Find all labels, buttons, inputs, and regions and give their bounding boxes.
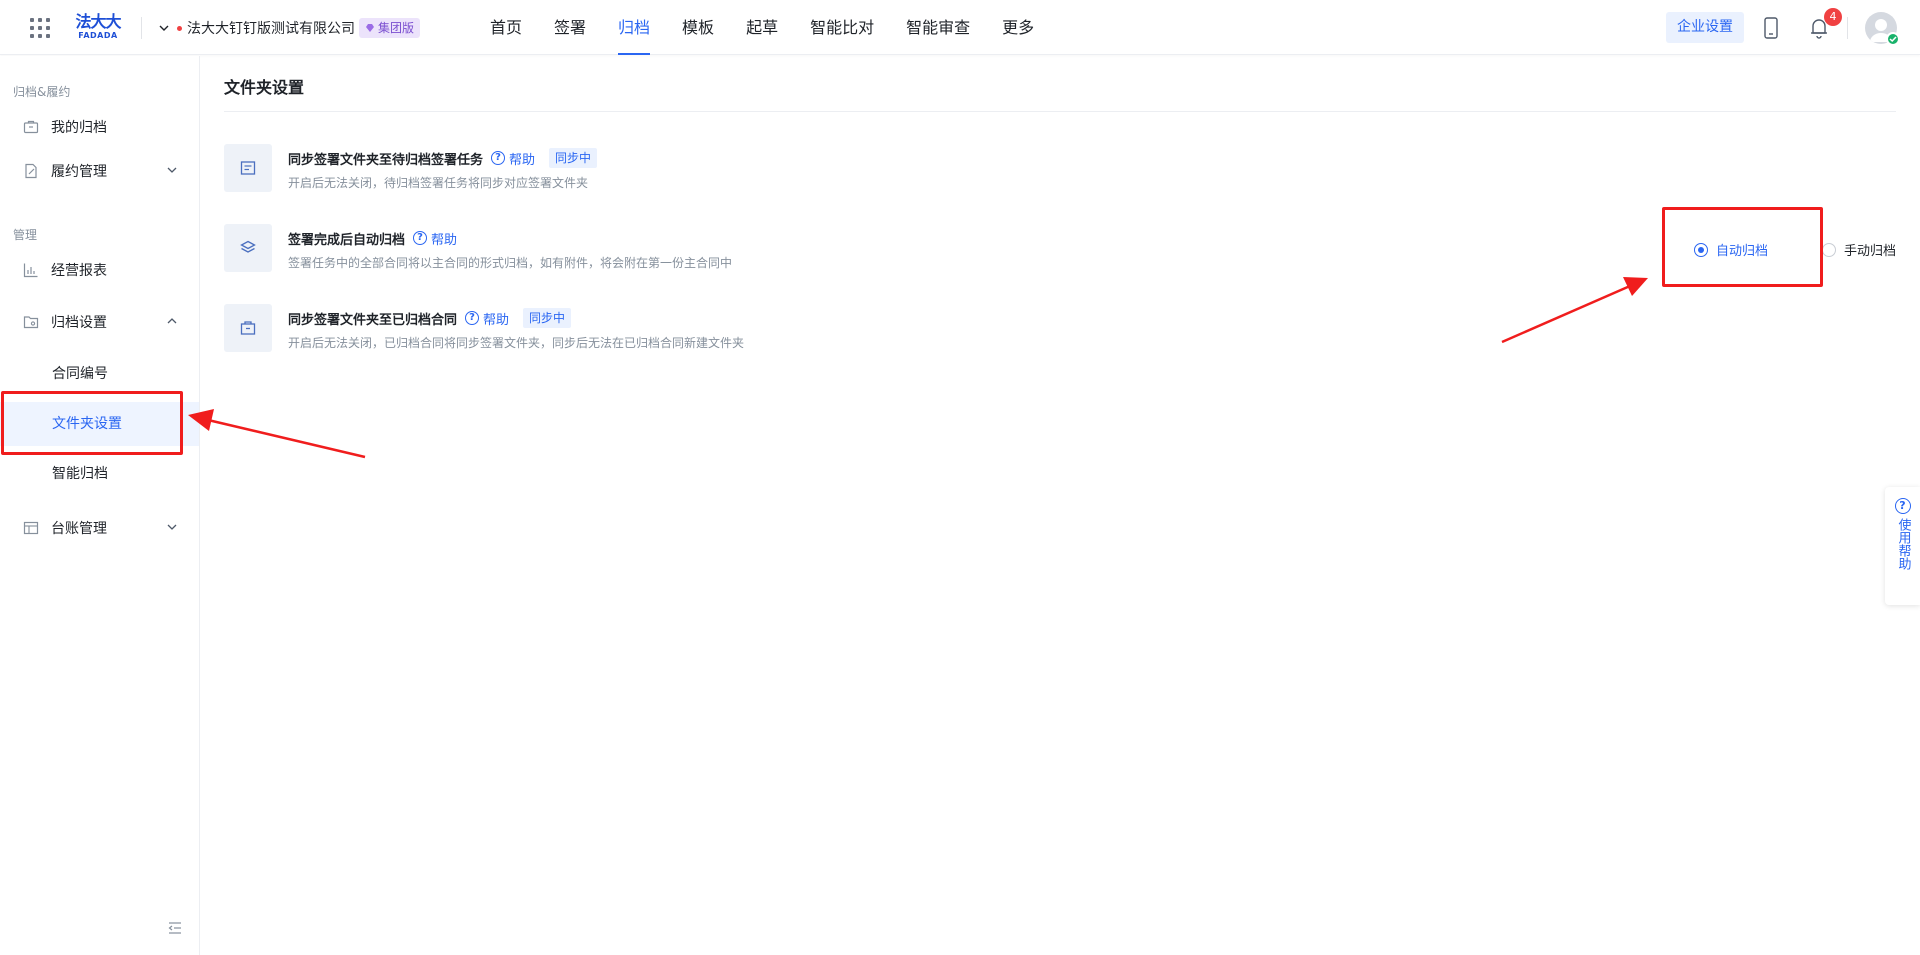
question-icon: ? xyxy=(1894,498,1911,514)
status-badge: 同步中 xyxy=(549,148,598,168)
nav-more[interactable]: 更多 xyxy=(1002,0,1034,55)
sidebar-item-label: 履约管理 xyxy=(51,164,107,180)
question-icon: ? xyxy=(465,311,480,325)
header-divider xyxy=(141,17,142,39)
sidebar-item-label: 经营报表 xyxy=(51,263,107,279)
left-sidebar: 归档&履约 我的归档 履约管理 管理 经营报表 归档设置 合同编号 文件夹设置 … xyxy=(0,56,200,955)
verified-check-icon xyxy=(1886,32,1900,46)
setting-description: 开启后无法关闭，已归档合同将同步签署文件夹，同步后无法在已归档合同新建文件夹 xyxy=(288,336,745,350)
setting-description: 签署任务中的全部合同将以主合同的形式归档，如有附件，将会附在第一份主合同中 xyxy=(288,256,733,270)
notification-count-badge: 4 xyxy=(1824,8,1842,26)
nav-review[interactable]: 智能审查 xyxy=(906,0,970,55)
bar-chart-icon xyxy=(23,263,38,278)
radio-manual-archive[interactable]: 手动归档 xyxy=(1821,240,1896,259)
help-link[interactable]: ? 帮助 xyxy=(465,309,509,328)
top-header: 法大大 FADADA 法大大钉钉版测试有限公司 集团版 首页 签署 归档 模板 … xyxy=(0,0,1920,55)
org-switcher[interactable]: 法大大钉钉版测试有限公司 集团版 xyxy=(157,17,421,39)
chevron-down-icon xyxy=(159,25,169,31)
help-label: 帮助 xyxy=(509,152,536,168)
main-nav: 首页 签署 归档 模板 起草 智能比对 智能审查 更多 xyxy=(490,0,1066,55)
status-badge: 同步中 xyxy=(523,308,572,328)
nav-archive[interactable]: 归档 xyxy=(618,0,651,55)
fadada-logo[interactable]: 法大大 FADADA xyxy=(72,12,124,41)
org-edition-badge: 集团版 xyxy=(359,18,421,38)
chevron-up-icon xyxy=(167,318,177,324)
setting-title-line: 同步签署文件夹至已归档合同 ? 帮助 同步中 xyxy=(288,307,572,329)
collapse-sidebar-icon[interactable] xyxy=(167,920,183,936)
nav-draft[interactable]: 起草 xyxy=(746,0,778,55)
sidebar-item-my-archive[interactable]: 我的归档 xyxy=(0,105,199,149)
setting-description: 开启后无法关闭，待归档签署任务将同步对应签署文件夹 xyxy=(288,176,589,190)
setting-title: 同步签署文件夹至待归档签署任务 xyxy=(288,152,484,168)
setting-title: 签署完成后自动归档 xyxy=(288,232,406,248)
help-label: 帮助 xyxy=(483,312,510,328)
highlight-box-folder-settings xyxy=(1,391,183,455)
sidebar-item-ledger[interactable]: 台账管理 xyxy=(0,506,199,550)
sidebar-sub-contract-number[interactable]: 合同编号 xyxy=(0,352,199,396)
nav-sign[interactable]: 签署 xyxy=(554,0,586,55)
nav-compare[interactable]: 智能比对 xyxy=(810,0,874,55)
archive-box-icon xyxy=(240,321,256,335)
sidebar-item-label: 台账管理 xyxy=(51,521,107,537)
radio-circle xyxy=(1821,242,1836,257)
sidebar-item-label: 我的归档 xyxy=(51,120,107,136)
diamond-icon xyxy=(366,24,374,32)
briefcase-icon xyxy=(23,120,39,134)
logo-cn: 法大大 xyxy=(75,12,121,31)
org-status-dot xyxy=(177,25,182,31)
floating-help-label: 使用帮助 xyxy=(1895,518,1911,570)
section-label-manage: 管理 xyxy=(13,228,38,242)
org-name: 法大大钉钉版测试有限公司 xyxy=(187,21,355,37)
setting-title-line: 同步签署文件夹至待归档签署任务 ? 帮助 同步中 xyxy=(288,147,598,169)
chevron-down-icon xyxy=(167,167,177,173)
table-icon xyxy=(23,521,39,535)
sidebar-item-performance[interactable]: 履约管理 xyxy=(0,149,199,193)
setting-title: 同步签署文件夹至已归档合同 xyxy=(288,312,458,328)
mobile-phone-icon[interactable] xyxy=(1763,17,1779,39)
sidebar-item-archive-settings[interactable]: 归档设置 xyxy=(0,300,199,344)
highlight-box-auto-archive xyxy=(1662,207,1823,287)
section-label-archive: 归档&履约 xyxy=(13,85,71,99)
layers-icon xyxy=(240,240,256,253)
sidebar-item-label: 归档设置 xyxy=(51,315,107,331)
logo-en: FADADA xyxy=(78,31,118,40)
floating-help-button[interactable]: ? 使用帮助 xyxy=(1885,487,1920,605)
chevron-down-icon xyxy=(167,524,177,530)
radio-label: 手动归档 xyxy=(1843,244,1896,259)
question-icon: ? xyxy=(491,151,506,165)
title-divider xyxy=(224,111,1896,112)
help-link[interactable]: ? 帮助 xyxy=(491,149,535,168)
help-link[interactable]: ? 帮助 xyxy=(413,229,457,248)
document-icon xyxy=(240,161,256,175)
help-label: 帮助 xyxy=(431,232,458,248)
edit-document-icon xyxy=(25,163,37,179)
setting-icon-box xyxy=(224,304,272,352)
org-badge-label: 集团版 xyxy=(378,21,415,35)
sidebar-sub-smart-archive[interactable]: 智能归档 xyxy=(0,452,199,496)
enterprise-settings-button[interactable]: 企业设置 xyxy=(1666,12,1744,43)
setting-row-auto-archive: 签署完成后自动归档 ? 帮助 签署任务中的全部合同将以主合同的形式归档，如有附件，… xyxy=(224,224,1896,274)
setting-row-sync-archived: 同步签署文件夹至已归档合同 ? 帮助 同步中 开启后无法关闭，已归档合同将同步签署… xyxy=(224,304,1896,354)
app-grid-icon[interactable] xyxy=(30,18,50,38)
header-divider-right xyxy=(1847,17,1848,39)
folder-settings-icon xyxy=(23,316,39,329)
setting-icon-box xyxy=(224,224,272,272)
setting-icon-box xyxy=(224,144,272,192)
page-title: 文件夹设置 xyxy=(224,78,305,97)
setting-row-sync-pending: 同步签署文件夹至待归档签署任务 ? 帮助 同步中 开启后无法关闭，待归档签署任务将… xyxy=(224,144,1896,194)
sidebar-item-report[interactable]: 经营报表 xyxy=(0,248,199,292)
nav-home[interactable]: 首页 xyxy=(490,0,522,55)
setting-title-line: 签署完成后自动归档 ? 帮助 xyxy=(288,227,457,249)
arrow-to-sidebar xyxy=(188,409,366,459)
nav-template[interactable]: 模板 xyxy=(682,0,714,55)
question-icon: ? xyxy=(413,231,428,245)
